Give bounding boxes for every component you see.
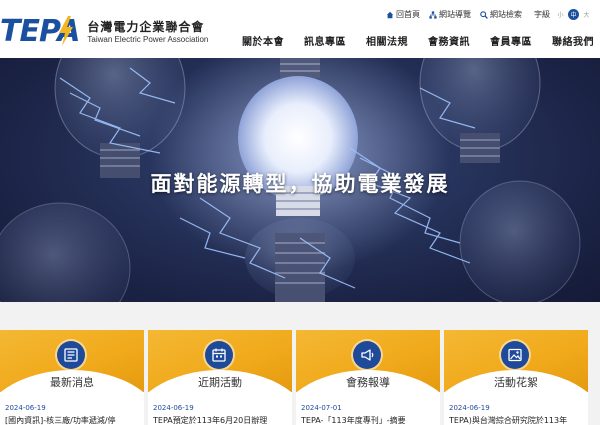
logo-text: 台灣電力企業聯合會 Taiwan Electric Power Associat… (87, 20, 208, 45)
card-title: 活動花絮 (494, 376, 538, 389)
nav-item-affairs[interactable]: 會務資訊 (428, 33, 470, 48)
card-association-news[interactable]: 會務報導 2024-07-01 TEPA-「113年度專刊」-摘要 (296, 330, 440, 425)
sitemap-link[interactable]: 網站導覽 (429, 9, 471, 20)
site-search-label: 網站檢索 (490, 10, 522, 19)
card-headline[interactable]: TEPA預定於113年6月20日辦理 (153, 415, 267, 425)
calendar-icon (205, 341, 233, 369)
photo-icon (501, 341, 529, 369)
bulb-right-bottom (459, 180, 581, 302)
site-header: TEPA 台灣電力企業聯合會 Taiwan Electric Power Ass… (0, 0, 600, 58)
card-headline[interactable]: [國內資訊]-核三廠/功率遞減/停 (5, 415, 116, 425)
card-recent-events[interactable]: 近期活動 2024-06-19 TEPA預定於113年6月20日辦理 (148, 330, 292, 425)
font-size-label: 字級 (534, 10, 550, 19)
bulb-left-bottom (0, 202, 131, 302)
card-title: 近期活動 (198, 376, 242, 389)
org-name-en: Taiwan Electric Power Association (87, 34, 209, 44)
org-name-zh: 台灣電力企業聯合會 (87, 19, 205, 34)
main-nav: 關於本會 訊息專區 相關法規 會務資訊 會員專區 聯絡我們 (222, 33, 594, 48)
card-headline[interactable]: TEPA-「113年度專刊」-摘要 (301, 415, 406, 425)
card-date: 2024-06-19 (153, 404, 194, 412)
feature-cards: 最新消息 2024-06-19 [國內資訊]-核三廠/功率遞減/停 近期活動 2… (0, 330, 600, 425)
sitemap-link-label: 網站導覽 (439, 10, 471, 19)
search-icon (480, 10, 488, 19)
card-latest-news[interactable]: 最新消息 2024-06-19 [國內資訊]-核三廠/功率遞減/停 (0, 330, 144, 425)
bulb-bottom-center (245, 218, 355, 302)
card-date: 2024-06-19 (449, 404, 490, 412)
font-size-small-button[interactable]: 小 (555, 9, 566, 20)
card-date: 2024-06-19 (5, 404, 46, 412)
banner-title: 面對能源轉型，協助電業發展 (150, 172, 450, 196)
bulb-top-center (280, 58, 320, 78)
nav-item-members[interactable]: 會員專區 (490, 33, 532, 48)
card-headline[interactable]: TEPA)與台灣綜合研究院於113年 (449, 415, 567, 425)
site-logo[interactable]: TEPA 台灣電力企業聯合會 Taiwan Electric Power Ass… (0, 14, 208, 50)
hero-banner[interactable]: 面對能源轉型，協助電業發展 (0, 58, 600, 302)
nav-item-news[interactable]: 訊息專區 (304, 33, 346, 48)
font-size-large-button[interactable]: 大 (581, 9, 592, 20)
newspaper-icon (57, 341, 85, 369)
home-link-label: 回首頁 (396, 10, 420, 19)
megaphone-icon (353, 341, 381, 369)
home-link[interactable]: 回首頁 (386, 9, 420, 20)
home-icon (386, 11, 394, 18)
nav-item-regulations[interactable]: 相關法規 (366, 33, 408, 48)
card-title: 最新消息 (50, 376, 94, 389)
sitemap-icon (429, 10, 437, 19)
nav-item-contact[interactable]: 聯絡我們 (552, 33, 594, 48)
lightning-bolt-icon (59, 16, 73, 46)
site-search-link[interactable]: 網站檢索 (480, 9, 522, 20)
nav-item-about[interactable]: 關於本會 (242, 33, 284, 48)
card-event-photos[interactable]: 活動花絮 2024-06-19 TEPA)與台灣綜合研究院於113年 (444, 330, 588, 425)
utility-bar: 回首頁 網站導覽 網站檢索 字級 小 中 大 (377, 9, 592, 20)
font-size-medium-button[interactable]: 中 (568, 9, 579, 20)
card-title: 會務報導 (346, 376, 390, 389)
card-date: 2024-07-01 (301, 404, 342, 412)
